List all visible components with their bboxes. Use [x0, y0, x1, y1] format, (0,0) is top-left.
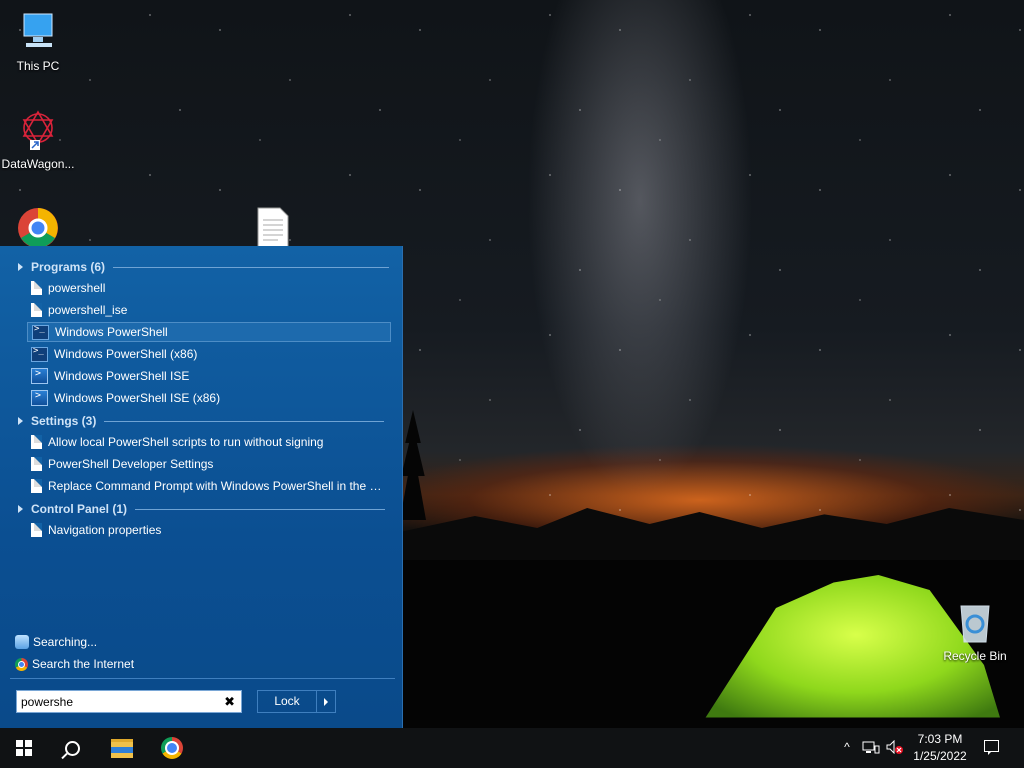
chevron-right-icon: [324, 697, 328, 706]
searching-label: Searching...: [33, 635, 98, 649]
result-item-replace-command-prompt[interactable]: Replace Command Prompt with Windows Powe…: [27, 476, 391, 496]
taskbar-chrome[interactable]: [148, 728, 196, 768]
result-label: Navigation properties: [48, 523, 162, 537]
computer-icon: [23, 13, 53, 47]
desktop-icon-recycle-bin[interactable]: Recycle Bin: [937, 600, 1013, 663]
result-item-windows-powershell-x86[interactable]: Windows PowerShell (x86): [27, 344, 391, 364]
desktop-icon-label: This PC: [16, 59, 60, 73]
search-input[interactable]: [21, 694, 211, 709]
lock-button-group[interactable]: Lock: [257, 690, 336, 713]
document-icon: [31, 523, 42, 537]
document-icon: [31, 435, 42, 449]
lock-button[interactable]: Lock: [258, 691, 317, 712]
expand-arrow-icon: [18, 505, 23, 513]
document-icon: [31, 281, 42, 295]
result-label: Windows PowerShell (x86): [54, 347, 198, 361]
chrome-icon: [18, 208, 58, 248]
group-title: Control Panel (1): [31, 502, 128, 516]
powershell-icon: [31, 346, 48, 362]
power-options-arrow[interactable]: [317, 697, 335, 706]
windows-logo-icon: [16, 740, 32, 756]
result-label: Windows PowerShell: [55, 325, 168, 339]
result-item-windows-powershell-ise-x86[interactable]: Windows PowerShell ISE (x86): [27, 388, 391, 408]
taskbar-file-explorer[interactable]: [98, 728, 146, 768]
search-indexing-icon: [15, 635, 29, 649]
result-label: Allow local PowerShell scripts to run wi…: [48, 435, 324, 449]
search-internet-label: Search the Internet: [32, 657, 135, 671]
powershell-ise-icon: [31, 368, 48, 384]
document-icon: [31, 303, 42, 317]
start-button[interactable]: [0, 728, 48, 768]
datawagon-logo-icon: [22, 110, 54, 150]
desktop-icon-label: DataWagon...: [1, 157, 75, 171]
start-search-menu: Programs (6) powershell powershell_ise W…: [0, 246, 403, 728]
group-divider: [104, 420, 385, 422]
result-label: Windows PowerShell ISE (x86): [54, 391, 221, 405]
taskbar-search-button[interactable]: [48, 728, 96, 768]
result-label: powershell_ise: [48, 303, 128, 317]
result-item-windows-powershell[interactable]: Windows PowerShell: [27, 322, 391, 342]
desktop-icon-label: Recycle Bin: [943, 649, 1007, 663]
menu-divider: [10, 678, 395, 679]
result-label: PowerShell Developer Settings: [48, 457, 214, 471]
group-header-control-panel[interactable]: Control Panel (1): [18, 499, 386, 519]
group-title: Settings (3): [31, 414, 97, 428]
clock-time: 7:03 PM: [917, 732, 963, 746]
group-header-settings[interactable]: Settings (3): [18, 411, 385, 431]
system-clock[interactable]: 7:03 PM 1/25/2022: [906, 731, 974, 765]
powershell-ise-icon: [31, 390, 48, 406]
clear-search-icon[interactable]: ✖: [224, 694, 235, 710]
search-box[interactable]: ✖: [16, 690, 242, 713]
document-icon: [31, 479, 42, 493]
result-label: powershell: [48, 281, 106, 295]
search-internet-link[interactable]: Search the Internet: [15, 654, 134, 674]
document-icon: [257, 207, 289, 249]
desktop-icon-this-pc[interactable]: This PC: [0, 10, 76, 73]
result-item-windows-powershell-ise[interactable]: Windows PowerShell ISE: [27, 366, 391, 386]
action-center-icon[interactable]: [984, 740, 999, 755]
group-divider: [135, 508, 386, 510]
search-icon: [64, 740, 80, 756]
group-title: Programs (6): [31, 260, 106, 274]
clock-date: 1/25/2022: [913, 749, 967, 763]
result-label: Replace Command Prompt with Windows Powe…: [48, 479, 388, 493]
result-item-powershell-ise[interactable]: powershell_ise: [27, 300, 391, 320]
result-label: Windows PowerShell ISE: [54, 369, 190, 383]
chrome-icon: [15, 657, 28, 671]
group-header-programs[interactable]: Programs (6): [18, 257, 390, 277]
desktop-icon-datawagon[interactable]: DataWagon...: [0, 108, 76, 171]
result-item-developer-settings[interactable]: PowerShell Developer Settings: [27, 454, 391, 474]
result-item-navigation-properties[interactable]: Navigation properties: [27, 520, 391, 540]
network-icon[interactable]: [862, 740, 880, 754]
result-item-allow-scripts[interactable]: Allow local PowerShell scripts to run wi…: [27, 432, 391, 452]
recycle-bin-icon: [960, 605, 990, 643]
chrome-icon: [161, 737, 183, 759]
group-divider: [113, 266, 390, 268]
powershell-icon: [32, 324, 49, 340]
searching-status: Searching...: [15, 632, 97, 652]
document-icon: [31, 457, 42, 471]
taskbar: ^ 7:03 PM 1/25/2022: [0, 728, 1024, 768]
expand-arrow-icon: [18, 263, 23, 271]
chevron-up-icon[interactable]: ^: [840, 740, 854, 754]
result-item-powershell[interactable]: powershell: [27, 278, 391, 298]
expand-arrow-icon: [18, 417, 23, 425]
folder-icon: [111, 738, 133, 758]
volume-muted-icon[interactable]: [886, 739, 904, 755]
